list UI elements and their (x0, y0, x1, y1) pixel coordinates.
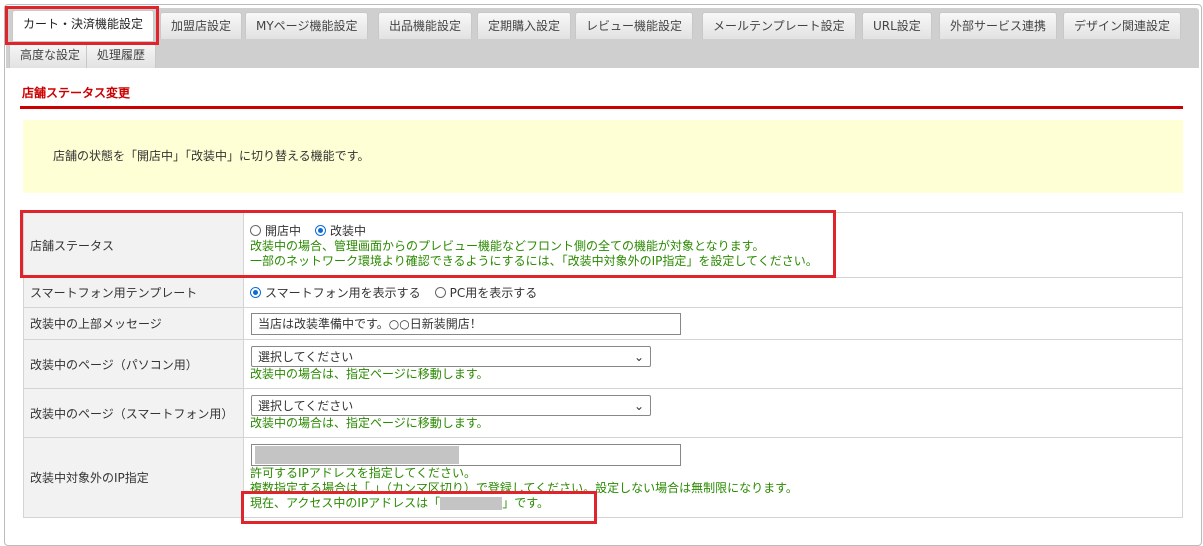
tab-url[interactable]: URL設定 (862, 12, 932, 39)
table-row: 改装中のページ（パソコン用） 選択してください ⌄ 改装中の場合は、指定ページに移… (23, 339, 1183, 389)
row-label: 改装中のページ（パソコン用） (23, 339, 244, 389)
row-label: 改装中のページ（スマートフォン用） (23, 388, 244, 438)
tab-design[interactable]: デザイン関連設定 (1063, 12, 1182, 39)
divider (20, 106, 1183, 109)
radio-label: スマートフォン用を表示する (265, 286, 421, 300)
table-row: 改装中の上部メッセージ 当店は改装準備中です。○○日新装開店！ (23, 307, 1183, 340)
chevron-down-icon: ⌄ (633, 398, 644, 413)
highlight-box (5, 6, 159, 45)
tab-review[interactable]: レビュー機能設定 (575, 12, 694, 39)
tab-subscription[interactable]: 定期購入設定 (477, 12, 572, 39)
radio-pc[interactable]: PC用を表示する (434, 284, 538, 301)
row-label: スマートフォン用テンプレート (23, 277, 244, 308)
tab-mail-template[interactable]: メールテンプレート設定 (702, 12, 856, 39)
notice-text: 店舗の状態を「開店中」「改装中」に切り替える機能です。 (53, 149, 370, 163)
radio-icon (434, 287, 446, 298)
radio-label: PC用を表示する (449, 286, 538, 300)
notice-box: 店舗の状態を「開店中」「改装中」に切り替える機能です。 (23, 120, 1183, 193)
sp-page-select[interactable]: 選択してください ⌄ (251, 395, 651, 416)
table-row: スマートフォン用テンプレート スマートフォン用を表示する PC用を表示する (23, 277, 1183, 308)
highlight-box (241, 491, 597, 524)
table-row: 改装中のページ（スマートフォン用） 選択してください ⌄ 改装中の場合は、指定ペー… (23, 388, 1183, 438)
help-text: 改装中の場合は、指定ページに移動します。 (250, 416, 489, 430)
ip-input[interactable] (251, 444, 681, 466)
row-label: 改装中対象外のIP指定 (23, 437, 244, 518)
message-input[interactable]: 当店は改装準備中です。○○日新装開店！ (251, 312, 681, 335)
tab-advanced[interactable]: 高度な設定 (9, 41, 92, 68)
radio-checked-icon (250, 287, 261, 298)
tab-history[interactable]: 処理履歴 (86, 41, 157, 68)
help-text: 改装中の場合は、指定ページに移動します。 (250, 367, 489, 381)
help-text: 許可するIPアドレスを指定してください。 (250, 466, 477, 480)
pc-page-select[interactable]: 選択してください ⌄ (251, 346, 651, 367)
section-title: 店舗ステータス変更 (22, 86, 131, 100)
highlight-box (20, 210, 836, 278)
tab-external[interactable]: 外部サービス連携 (939, 12, 1058, 39)
tab-mypage[interactable]: MYページ機能設定 (245, 12, 369, 39)
redacted-value (255, 446, 459, 464)
select-value: 選択してください (258, 350, 354, 364)
chevron-down-icon: ⌄ (633, 349, 644, 364)
tab-merchant[interactable]: 加盟店設定 (160, 12, 243, 39)
tab-listing[interactable]: 出品機能設定 (378, 12, 473, 39)
select-value: 選択してください (258, 399, 354, 413)
row-label: 改装中の上部メッセージ (23, 307, 244, 340)
table-row: 改装中対象外のIP指定 許可するIPアドレスを指定してください。 複数指定する場… (23, 437, 1183, 518)
radio-smartphone[interactable]: スマートフォン用を表示する (250, 284, 421, 301)
